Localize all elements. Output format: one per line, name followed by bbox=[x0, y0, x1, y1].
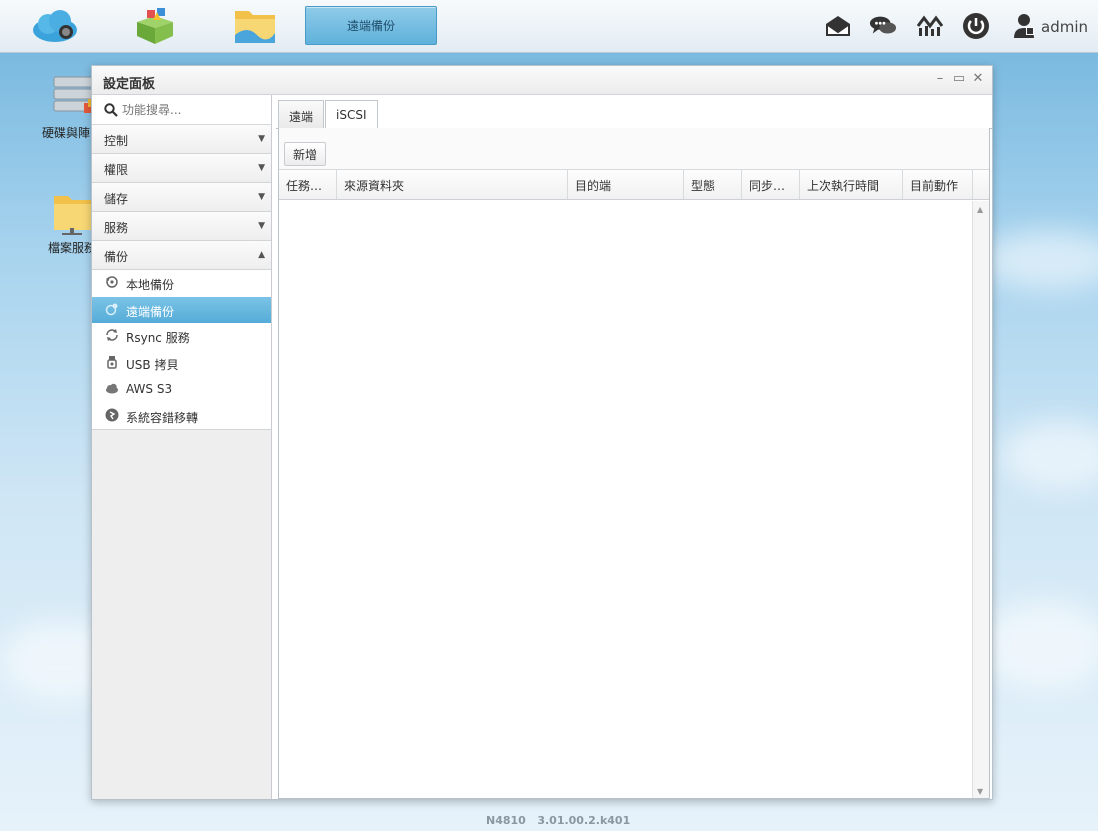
category-label: 服務 bbox=[104, 221, 129, 235]
tab-label: iSCSI bbox=[336, 108, 367, 122]
rsync-icon bbox=[106, 329, 118, 341]
cloud-app-icon[interactable] bbox=[30, 4, 80, 48]
column-header-source-folder[interactable]: 來源資料夾 bbox=[337, 170, 568, 199]
chevron-down-icon: ▼ bbox=[258, 163, 265, 173]
tab-remote[interactable]: 遠端 bbox=[278, 100, 325, 129]
model-name: N4810 bbox=[486, 814, 526, 827]
column-header-destination[interactable]: 目的端 bbox=[568, 170, 684, 199]
category-label: 備份 bbox=[104, 250, 129, 264]
sidebar-item-label: Rsync 服務 bbox=[126, 331, 190, 345]
close-icon[interactable]: ✕ bbox=[971, 72, 985, 86]
window-titlebar[interactable]: 設定面板 – ▭ ✕ bbox=[92, 66, 992, 95]
column-header-task[interactable]: 任務… bbox=[279, 170, 337, 199]
grid-header: 任務… 來源資料夾 目的端 型態 同步… 上次執行時間 目前動作 bbox=[279, 170, 989, 200]
category-backup[interactable]: 備份 ▲ bbox=[92, 241, 271, 270]
window-title: 設定面板 bbox=[103, 77, 156, 92]
task-remote-backup[interactable]: 遠端備份 bbox=[305, 6, 437, 45]
usb-icon bbox=[107, 355, 117, 369]
tab-panel: 新增 任務… 來源資料夾 目的端 型態 同步… 上次執行時間 目前動作 ▲ ▼ bbox=[278, 128, 990, 799]
sidebar-item-usb-copy[interactable]: USB 拷貝 bbox=[92, 350, 271, 377]
sidebar-item-aws-s3[interactable]: AWS S3 bbox=[92, 376, 271, 403]
power-icon[interactable] bbox=[962, 12, 990, 40]
column-header-last-run[interactable]: 上次執行時間 bbox=[800, 170, 903, 199]
remote-backup-icon bbox=[105, 303, 118, 315]
category-service[interactable]: 服務 ▼ bbox=[92, 212, 271, 241]
sidebar-item-label: 系統容錯移轉 bbox=[126, 410, 199, 425]
tab-bar: 遠端 iSCSI bbox=[276, 95, 992, 130]
top-taskbar: 遠端備份 admin bbox=[0, 0, 1098, 53]
maximize-icon[interactable]: ▭ bbox=[952, 72, 966, 86]
category-storage[interactable]: 儲存 ▼ bbox=[92, 183, 271, 212]
scroll-up-icon[interactable]: ▲ bbox=[977, 205, 983, 214]
sidebar-item-label: 遠端備份 bbox=[126, 304, 175, 319]
sidebar-item-rsync[interactable]: Rsync 服務 bbox=[92, 323, 271, 350]
monitor-icon[interactable] bbox=[916, 12, 944, 40]
settings-window: 設定面板 – ▭ ✕ 控制 ▼ 權限 ▼ 儲存 ▼ 服務 ▼ 備 bbox=[91, 65, 993, 800]
category-label: 控制 bbox=[104, 134, 129, 148]
vertical-scrollbar[interactable]: ▲ ▼ bbox=[972, 201, 989, 798]
firmware-version: 3.01.00.2.k401 bbox=[537, 814, 631, 827]
column-header-current-action[interactable]: 目前動作 bbox=[903, 170, 973, 199]
toolbar: 新增 bbox=[279, 128, 989, 170]
search-input[interactable] bbox=[122, 100, 262, 120]
minimize-icon[interactable]: – bbox=[933, 72, 947, 86]
mail-icon[interactable] bbox=[824, 12, 852, 40]
add-button[interactable]: 新增 bbox=[284, 142, 326, 166]
failover-icon bbox=[105, 408, 119, 421]
tab-iscsi[interactable]: iSCSI bbox=[325, 100, 378, 130]
sidebar-item-label: USB 拷貝 bbox=[126, 357, 179, 372]
column-header-sync[interactable]: 同步… bbox=[742, 170, 800, 199]
category-privilege[interactable]: 權限 ▼ bbox=[92, 154, 271, 183]
backup-submenu: 本地備份 遠端備份 Rsync 服務 USB 拷貝 AWS S3 系統容錯移轉 bbox=[92, 270, 271, 430]
sidebar-item-failover[interactable]: 系統容錯移轉 bbox=[92, 403, 271, 430]
category-control[interactable]: 控制 ▼ bbox=[92, 125, 271, 154]
content-area: 遠端 iSCSI 新增 任務… 來源資料夾 目的端 型態 同步… 上次執行時間 … bbox=[276, 95, 992, 799]
tab-label: 遠端 bbox=[289, 110, 314, 124]
chevron-down-icon: ▼ bbox=[258, 221, 265, 231]
category-label: 權限 bbox=[104, 163, 129, 177]
sidebar-item-label: AWS S3 bbox=[126, 382, 173, 396]
chat-icon[interactable] bbox=[869, 12, 897, 40]
chevron-down-icon: ▼ bbox=[258, 192, 265, 202]
category-label: 儲存 bbox=[104, 192, 129, 206]
app-center-icon[interactable] bbox=[130, 4, 180, 48]
sidebar-item-remote-backup[interactable]: 遠端備份 bbox=[92, 296, 271, 323]
chevron-down-icon: ▼ bbox=[258, 134, 265, 144]
user-icon[interactable] bbox=[1010, 12, 1038, 40]
chevron-up-icon: ▲ bbox=[258, 250, 265, 260]
column-header-type[interactable]: 型態 bbox=[684, 170, 742, 199]
local-backup-icon bbox=[106, 276, 118, 288]
footer-version: N4810 3.01.00.2.k401 bbox=[486, 814, 630, 827]
search-icon bbox=[104, 103, 118, 117]
settings-sidebar: 控制 ▼ 權限 ▼ 儲存 ▼ 服務 ▼ 備份 ▲ 本地備份 bbox=[92, 95, 272, 799]
cloud-icon bbox=[106, 383, 118, 394]
user-label[interactable]: admin bbox=[1041, 18, 1088, 36]
file-explorer-icon[interactable] bbox=[230, 4, 280, 48]
sidebar-item-label: 本地備份 bbox=[126, 278, 175, 292]
sidebar-item-local-backup[interactable]: 本地備份 bbox=[92, 270, 271, 297]
search-box bbox=[92, 95, 271, 125]
task-label: 遠端備份 bbox=[346, 19, 395, 33]
scroll-down-icon[interactable]: ▼ bbox=[977, 787, 983, 796]
